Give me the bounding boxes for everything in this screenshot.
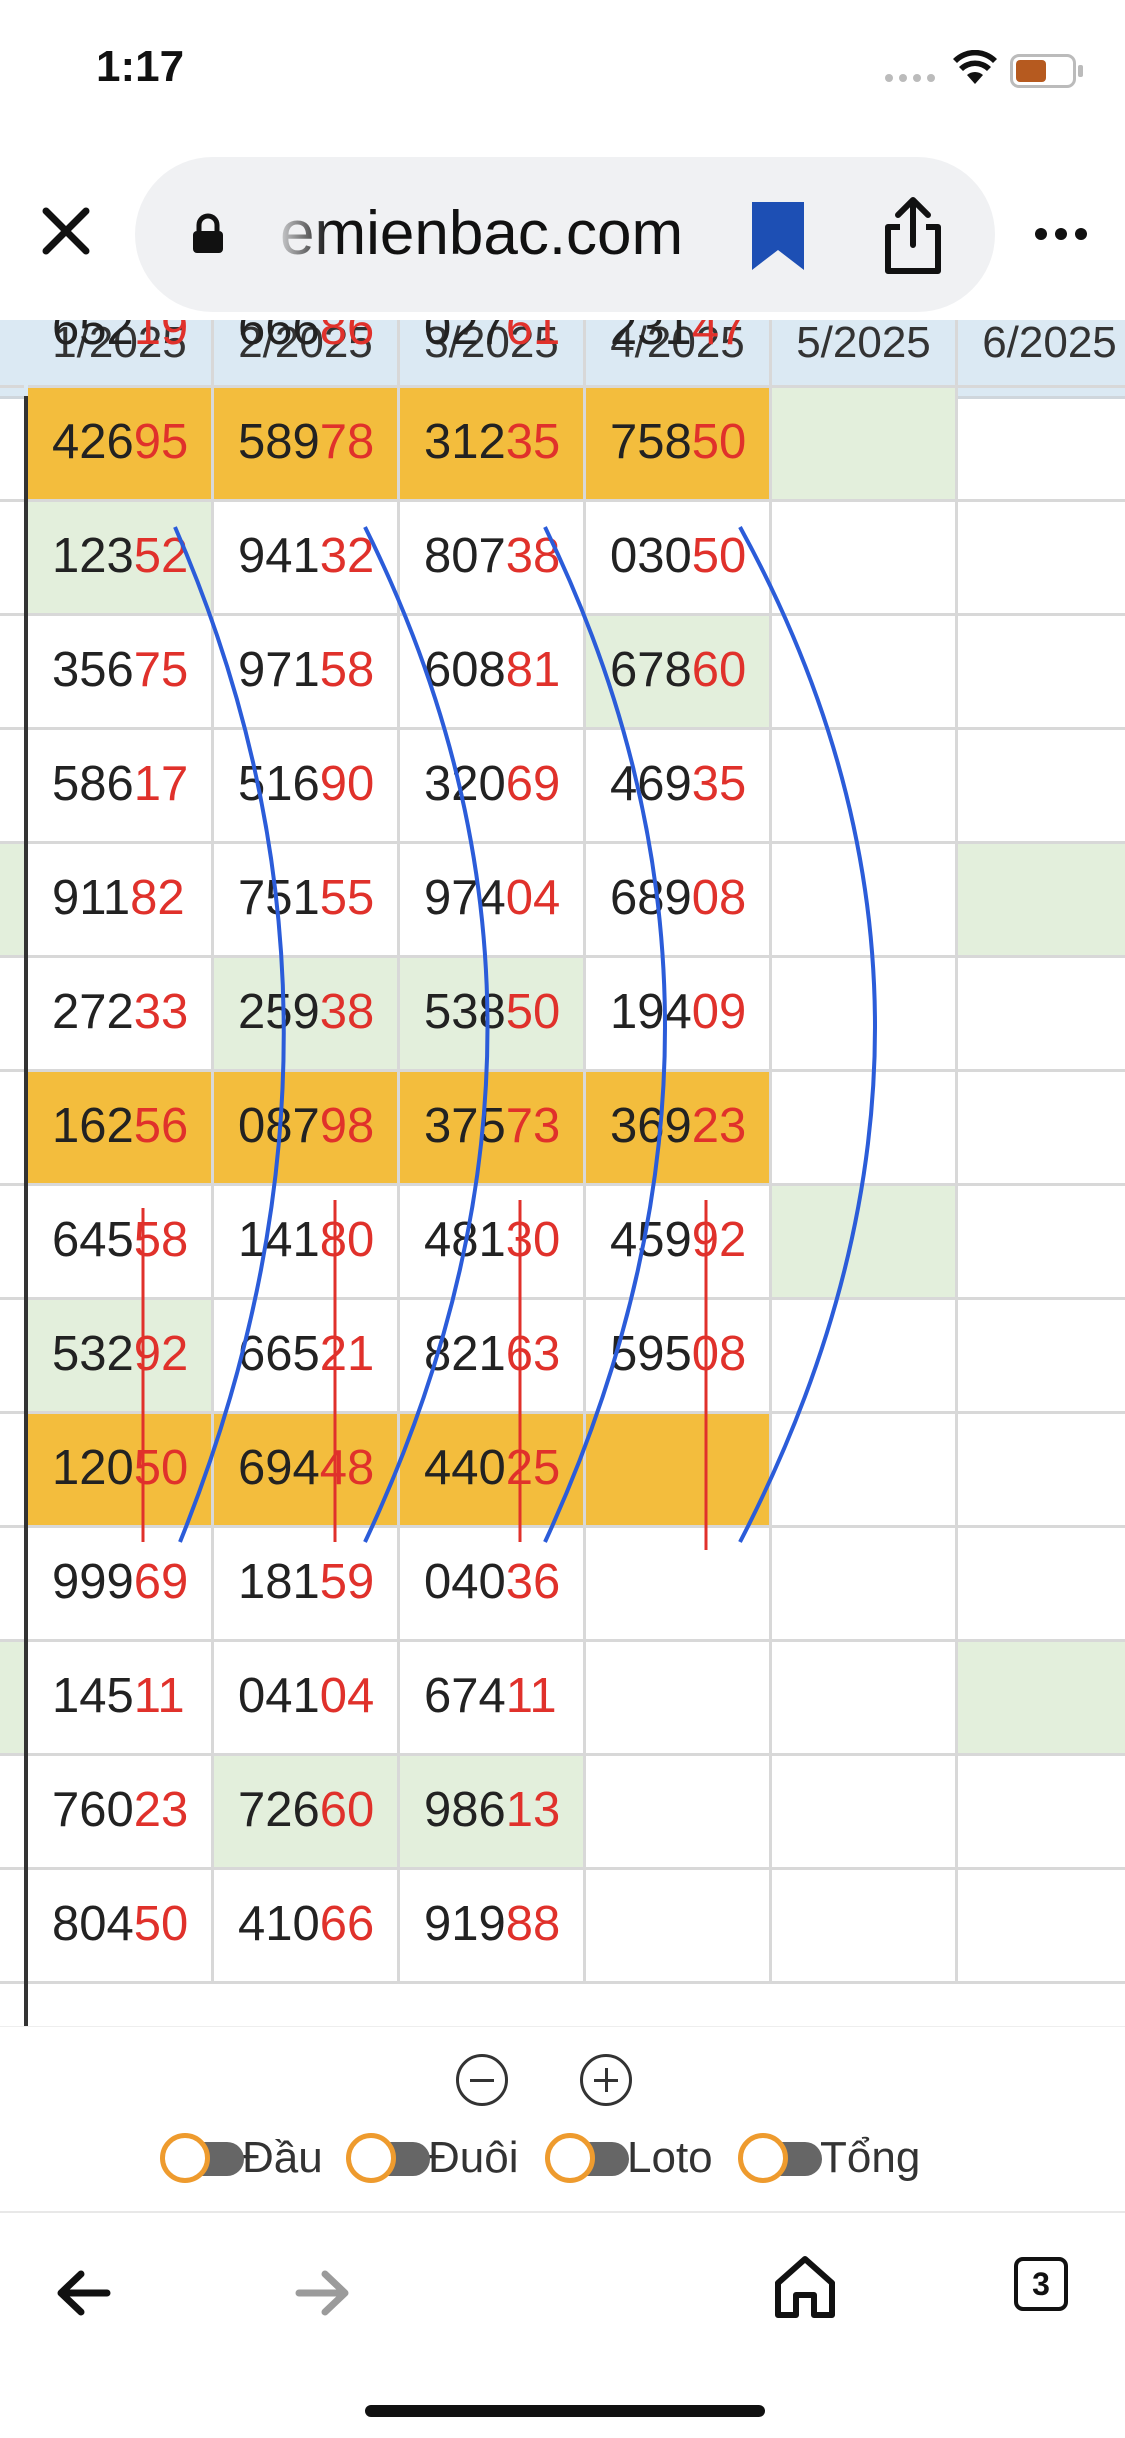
lock-icon [193, 213, 223, 253]
toggle-tong[interactable]: Tổng [738, 2128, 920, 2188]
status-bar: 1:17 [0, 0, 1125, 140]
bookmark-icon[interactable] [748, 198, 808, 273]
forward-arrow-icon[interactable] [295, 2268, 351, 2318]
home-icon[interactable] [772, 2253, 838, 2319]
home-indicator [365, 2405, 765, 2417]
arc-line [543, 526, 667, 1543]
tabs-button[interactable]: 3 [1014, 2257, 1068, 2311]
toggle-dau[interactable]: Đầu [160, 2128, 323, 2188]
toggle-label: Tổng [820, 2133, 921, 2182]
toggle-loto[interactable]: Loto [545, 2128, 713, 2188]
close-icon[interactable] [40, 205, 92, 257]
url-fade [270, 190, 330, 280]
arc-line [363, 526, 490, 1543]
cellular-signal-icon [885, 74, 935, 82]
more-options-icon[interactable] [1035, 228, 1087, 240]
results-table: 1/2025 2/2025 3/2025 4/2025 5/2025 6/202… [0, 320, 1125, 2026]
zoom-in-button[interactable] [580, 2054, 632, 2106]
arc-line [173, 526, 286, 1543]
pattern-overlay [141, 526, 877, 1550]
back-arrow-icon[interactable] [55, 2268, 111, 2318]
share-icon[interactable] [880, 195, 946, 275]
toggle-duoi[interactable]: Đuôi [346, 2128, 519, 2188]
arc-line [738, 526, 877, 1543]
toggle-label: Đuôi [428, 2133, 519, 2182]
url-text[interactable]: emienbac.com [280, 198, 683, 269]
toggle-label: Loto [627, 2133, 713, 2182]
browser-bottom-bar: 3 [0, 2211, 1125, 2438]
toggle-label: Đầu [242, 2133, 323, 2182]
battery-icon [1010, 54, 1083, 88]
zoom-out-button[interactable] [456, 2054, 508, 2106]
wifi-icon [953, 50, 997, 84]
status-time: 1:17 [96, 42, 185, 91]
